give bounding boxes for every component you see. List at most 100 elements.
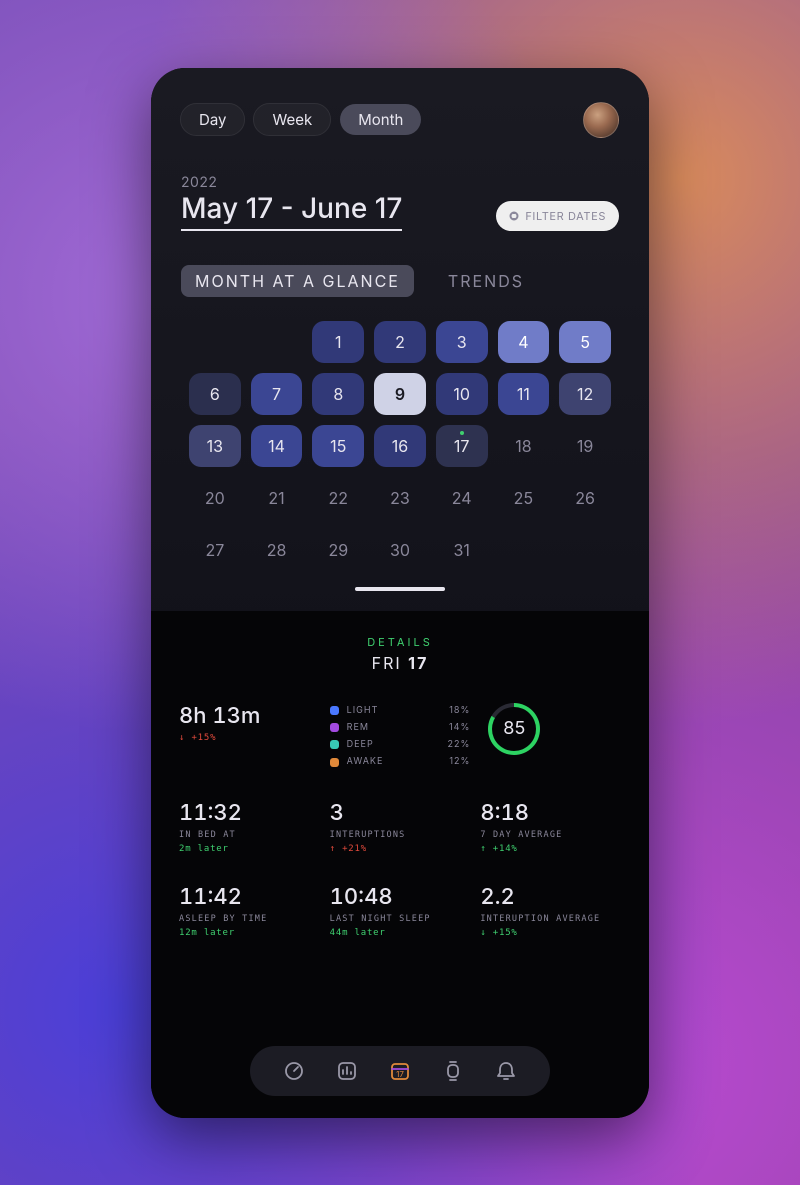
calendar-day-15[interactable]: 15 bbox=[312, 425, 364, 467]
stat-delta: 2m later bbox=[179, 844, 320, 854]
stat-delta: +14% bbox=[480, 844, 621, 854]
details-panel: DETAILS FRI 17 8h 13m +15% LIGHT18% REM14% D… bbox=[151, 611, 649, 1118]
nav-dashboard[interactable] bbox=[275, 1052, 313, 1090]
calendar-day-12[interactable]: 12 bbox=[559, 373, 611, 415]
nav-calendar[interactable]: 17 bbox=[381, 1052, 419, 1090]
stat-label: INTERUPTION AVERAGE bbox=[480, 914, 621, 924]
stat-value: 3 bbox=[330, 800, 471, 826]
date-range[interactable]: May 17 - June 17 bbox=[181, 191, 402, 231]
calendar-day-24: 24 bbox=[436, 477, 488, 519]
date-header: 2022 May 17 - June 17 FILTER DATES bbox=[181, 174, 619, 231]
calendar-day-11[interactable]: 11 bbox=[498, 373, 550, 415]
alerts-icon bbox=[495, 1060, 517, 1082]
calendar-day-3[interactable]: 3 bbox=[436, 321, 488, 363]
nav-alerts[interactable] bbox=[487, 1052, 525, 1090]
svg-text:17: 17 bbox=[396, 1069, 404, 1079]
stat-label: INTERUPTIONS bbox=[330, 830, 471, 840]
details-date: FRI 17 bbox=[372, 653, 429, 673]
tab-trends[interactable]: TRENDS bbox=[434, 265, 538, 297]
calendar-day-16[interactable]: 16 bbox=[374, 425, 426, 467]
stat-value: 11:32 bbox=[179, 800, 320, 826]
nav-watch[interactable] bbox=[434, 1052, 472, 1090]
stat-7-day-average: 8:18 7 DAY AVERAGE +14% bbox=[480, 800, 621, 854]
calendar-day-1[interactable]: 1 bbox=[312, 321, 364, 363]
calendar-day-6[interactable]: 6 bbox=[189, 373, 241, 415]
stat-delta: 12m later bbox=[179, 928, 320, 938]
sleep-score: 85 bbox=[480, 703, 621, 770]
calendar-day-28: 28 bbox=[251, 529, 303, 571]
calendar-day-27: 27 bbox=[189, 529, 241, 571]
calendar-day-26: 26 bbox=[559, 477, 611, 519]
stat-label: LAST NIGHT SLEEP bbox=[330, 914, 471, 924]
calendar-day-9[interactable]: 9 bbox=[374, 373, 426, 415]
stats-grid: 8h 13m +15% LIGHT18% REM14% DEEP22% AWAKE12% 8… bbox=[179, 703, 621, 938]
calendar-grid: 1234567891011121314151617181920212223242… bbox=[181, 321, 619, 571]
upper-panel: DayWeekMonth 2022 May 17 - June 17 FILTE… bbox=[151, 68, 649, 611]
score-ring[interactable]: 85 bbox=[488, 703, 540, 755]
segment-month[interactable]: Month bbox=[340, 104, 421, 135]
watch-icon bbox=[442, 1060, 464, 1082]
calendar-day-20: 20 bbox=[189, 477, 241, 519]
filter-label: FILTER DATES bbox=[525, 209, 606, 223]
details-label: DETAILS bbox=[367, 635, 433, 649]
dashboard-icon bbox=[283, 1060, 305, 1082]
stat-value: 10:48 bbox=[330, 884, 471, 910]
segment-day[interactable]: Day bbox=[181, 104, 244, 135]
sheet-grabber[interactable] bbox=[355, 587, 445, 591]
stat-value: 11:42 bbox=[179, 884, 320, 910]
legend-row-deep: DEEP22% bbox=[330, 737, 471, 752]
stat-label: ASLEEP BY TIME bbox=[179, 914, 320, 924]
stat-duration: 8h 13m +15% bbox=[179, 703, 320, 770]
legend-row-awake: AWAKE12% bbox=[330, 754, 471, 769]
stat-delta: 44m later bbox=[330, 928, 471, 938]
tab-month-at-a-glance[interactable]: MONTH AT A GLANCE bbox=[181, 265, 414, 297]
stat-interuption-average: 2.2 INTERUPTION AVERAGE +15% bbox=[480, 884, 621, 938]
calendar-day-31: 31 bbox=[436, 529, 488, 571]
calendar-day-29: 29 bbox=[312, 529, 364, 571]
calendar-day-22: 22 bbox=[312, 477, 364, 519]
year-label: 2022 bbox=[181, 174, 402, 191]
calendar-day-7[interactable]: 7 bbox=[251, 373, 303, 415]
stat-delta: +21% bbox=[330, 844, 471, 854]
avatar[interactable] bbox=[583, 102, 619, 138]
stat-delta: +15% bbox=[480, 928, 621, 938]
stat-label: IN BED AT bbox=[179, 830, 320, 840]
calendar-day-4[interactable]: 4 bbox=[498, 321, 550, 363]
calendar-day-21: 21 bbox=[251, 477, 303, 519]
filter-dates-button[interactable]: FILTER DATES bbox=[496, 201, 619, 231]
calendar-day-30: 30 bbox=[374, 529, 426, 571]
stats-icon bbox=[336, 1060, 358, 1082]
stat-value: 8:18 bbox=[480, 800, 621, 826]
sleep-phase-legend: LIGHT18% REM14% DEEP22% AWAKE12% bbox=[330, 703, 471, 770]
stat-in-bed-at: 11:32 IN BED AT 2m later bbox=[179, 800, 320, 854]
section-tabs: MONTH AT A GLANCE TRENDS bbox=[181, 265, 619, 297]
stat-interuptions: 3 INTERUPTIONS +21% bbox=[330, 800, 471, 854]
view-segmented-control: Day Week Month bbox=[181, 104, 421, 135]
filter-icon bbox=[509, 211, 519, 221]
calendar-icon: 17 bbox=[389, 1060, 411, 1082]
segment-week[interactable]: Week bbox=[254, 104, 330, 135]
stat-asleep-by-time: 11:42 ASLEEP BY TIME 12m later bbox=[179, 884, 320, 938]
calendar-day-19: 19 bbox=[559, 425, 611, 467]
stat-label: 7 DAY AVERAGE bbox=[480, 830, 621, 840]
nav-stats[interactable] bbox=[328, 1052, 366, 1090]
calendar-day-17[interactable]: 17 bbox=[436, 425, 488, 467]
calendar-day-14[interactable]: 14 bbox=[251, 425, 303, 467]
calendar-day-18: 18 bbox=[498, 425, 550, 467]
legend-row-light: LIGHT18% bbox=[330, 703, 471, 718]
legend-row-rem: REM14% bbox=[330, 720, 471, 735]
calendar-day-10[interactable]: 10 bbox=[436, 373, 488, 415]
calendar-day-5[interactable]: 5 bbox=[559, 321, 611, 363]
device-frame: DayWeekMonth 2022 May 17 - June 17 FILTE… bbox=[151, 68, 649, 1118]
stat-delta: +15% bbox=[179, 733, 320, 743]
calendar-day-23: 23 bbox=[374, 477, 426, 519]
calendar-day-2[interactable]: 2 bbox=[374, 321, 426, 363]
bottom-nav: 17 bbox=[250, 1046, 550, 1096]
header-row: Day Week Month bbox=[181, 102, 619, 138]
stat-last-night-sleep: 10:48 LAST NIGHT SLEEP 44m later bbox=[330, 884, 471, 938]
calendar-day-8[interactable]: 8 bbox=[312, 373, 364, 415]
stat-value: 8h 13m bbox=[179, 703, 320, 729]
calendar-day-13[interactable]: 13 bbox=[189, 425, 241, 467]
stat-value: 2.2 bbox=[480, 884, 621, 910]
calendar-day-25: 25 bbox=[498, 477, 550, 519]
